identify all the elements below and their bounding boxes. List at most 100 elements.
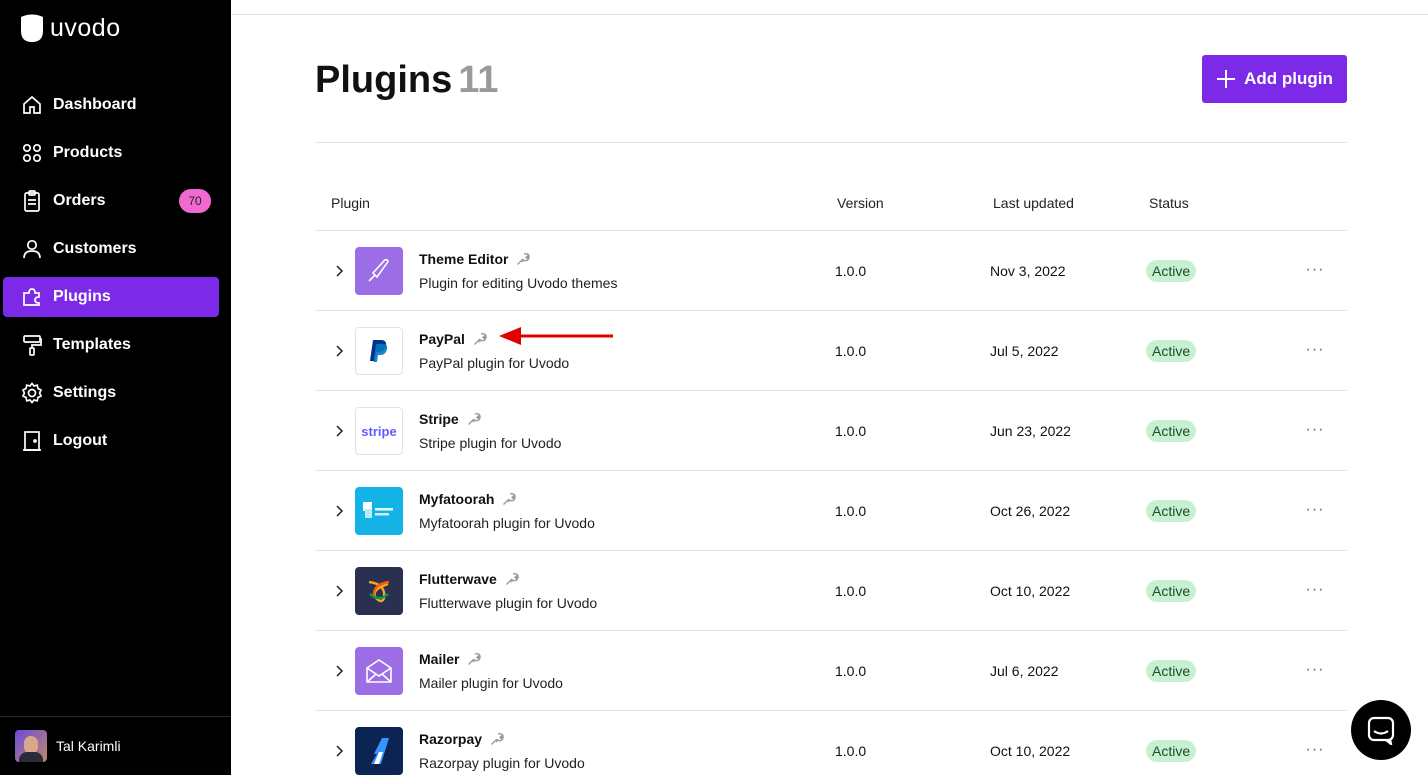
more-options-icon[interactable]: ···: [1305, 421, 1325, 441]
plugin-last-updated: Jul 5, 2022: [990, 343, 1059, 359]
plugin-name: Stripe: [419, 411, 481, 427]
gear-icon: [21, 382, 43, 404]
sidebar-item-label: Templates: [53, 336, 131, 353]
plugin-last-updated: Nov 3, 2022: [990, 263, 1066, 279]
chevron-right-icon[interactable]: [333, 424, 347, 438]
theme-editor-logo: [355, 247, 403, 295]
app-root: uvodo Dashboard Products Orders 70 Custo…: [0, 0, 1428, 775]
annotation-arrow-icon: [499, 327, 613, 345]
plugin-last-updated: Jul 6, 2022: [990, 663, 1059, 679]
sidebar-item-dashboard[interactable]: Dashboard: [3, 85, 219, 125]
wrench-icon[interactable]: [502, 492, 517, 506]
plugin-last-updated: Oct 26, 2022: [990, 503, 1071, 519]
stripe-logo-text: stripe: [361, 423, 397, 439]
plugins-table: Plugin Version Last updated Status Theme…: [315, 175, 1347, 775]
sidebar-item-settings[interactable]: Settings: [3, 373, 219, 413]
door-icon: [21, 430, 43, 452]
more-options-icon[interactable]: ···: [1305, 261, 1325, 281]
brand-name: uvodo: [50, 13, 121, 42]
page-title-text: Plugins: [315, 59, 453, 101]
more-options-icon[interactable]: ···: [1305, 501, 1325, 521]
status-badge: Active: [1146, 660, 1197, 682]
mailer-logo: [355, 647, 403, 695]
plugin-description: Plugin for editing Uvodo themes: [419, 275, 618, 291]
home-icon: [21, 94, 43, 116]
chevron-right-icon[interactable]: [333, 664, 347, 678]
sidebar-item-label: Settings: [53, 384, 117, 401]
brand-logo[interactable]: uvodo: [20, 13, 121, 43]
more-options-icon[interactable]: ···: [1305, 661, 1325, 681]
wrench-icon[interactable]: [467, 412, 481, 426]
plugin-name-text: PayPal: [419, 331, 465, 347]
more-options-icon[interactable]: ···: [1305, 741, 1325, 761]
chevron-right-icon[interactable]: [333, 504, 347, 518]
plugin-name-text: Stripe: [419, 411, 459, 427]
plugin-version: 1.0.0: [835, 743, 867, 759]
razorpay-logo: [355, 727, 403, 775]
plugin-name: Razorpay: [419, 731, 504, 747]
plugin-last-updated: Jun 23, 2022: [990, 423, 1071, 439]
chat-launcher-button[interactable]: [1351, 700, 1411, 760]
wrench-icon[interactable]: [516, 252, 531, 266]
page-title: Plugins 11: [315, 59, 498, 102]
more-options-icon[interactable]: ···: [1305, 581, 1325, 601]
header-divider: [315, 142, 1347, 143]
wrench-icon[interactable]: [467, 652, 482, 666]
sidebar-item-orders[interactable]: Orders 70: [3, 181, 219, 221]
status-badge: Active: [1146, 740, 1197, 762]
status-badge: Active: [1146, 420, 1197, 442]
plugin-name-text: Flutterwave: [419, 571, 497, 587]
chevron-right-icon[interactable]: [333, 584, 347, 598]
plugin-name: Mailer: [419, 651, 482, 667]
status-badge: Active: [1146, 580, 1197, 602]
status-badge: Active: [1146, 260, 1197, 282]
more-options-icon[interactable]: ···: [1305, 341, 1325, 361]
table-row[interactable]: Theme Editor Plugin for editing Uvodo th…: [315, 231, 1347, 311]
table-row[interactable]: Myfatoorah Myfatoorah plugin for Uvodo 1…: [315, 471, 1347, 551]
chat-icon: [1367, 716, 1395, 745]
column-header-status: Status: [1149, 195, 1189, 211]
page-header: Plugins 11 Add plugin: [315, 55, 1347, 105]
column-header-plugin: Plugin: [331, 195, 370, 211]
plugin-description: Flutterwave plugin for Uvodo: [419, 595, 598, 611]
plugin-name: PayPal: [419, 331, 487, 347]
column-header-version: Version: [837, 195, 884, 211]
sidebar-item-plugins[interactable]: Plugins: [3, 277, 219, 317]
table-row[interactable]: Mailer Mailer plugin for Uvodo 1.0.0 Jul…: [315, 631, 1347, 711]
table-row[interactable]: Razorpay Razorpay plugin for Uvodo 1.0.0…: [315, 711, 1347, 775]
orders-count-badge: 70: [179, 189, 211, 213]
uvodo-logo-icon: [21, 14, 43, 42]
sidebar-item-label: Plugins: [53, 288, 111, 305]
plugin-name: Theme Editor: [419, 251, 531, 267]
top-divider: [231, 14, 1428, 15]
plugin-description: Mailer plugin for Uvodo: [419, 675, 563, 691]
plugin-version: 1.0.0: [835, 343, 867, 359]
sidebar-item-label: Products: [53, 144, 123, 161]
wrench-icon[interactable]: [505, 572, 519, 586]
clipboard-icon: [21, 190, 43, 212]
table-row[interactable]: Flutterwave Flutterwave plugin for Uvodo…: [315, 551, 1347, 631]
table-row[interactable]: PayPal PayPal plugin for Uvodo 1.0.0 Jul…: [315, 311, 1347, 391]
sidebar-item-products[interactable]: Products: [3, 133, 219, 173]
plugin-version: 1.0.0: [835, 423, 867, 439]
sidebar-item-templates[interactable]: Templates: [3, 325, 219, 365]
chevron-right-icon[interactable]: [333, 264, 347, 278]
user-icon: [21, 238, 43, 260]
table-row[interactable]: stripe Stripe Stripe plugin for Uvodo 1.…: [315, 391, 1347, 471]
plugin-name-text: Mailer: [419, 651, 460, 667]
wrench-icon[interactable]: [490, 732, 504, 746]
paint-roller-icon: [21, 334, 43, 356]
flutterwave-logo: [355, 567, 403, 615]
sidebar-item-label: Logout: [53, 432, 108, 449]
wrench-icon[interactable]: [473, 332, 487, 346]
sidebar-item-customers[interactable]: Customers: [3, 229, 219, 269]
sidebar-item-label: Customers: [53, 240, 137, 257]
plugin-name: Flutterwave: [419, 571, 519, 587]
add-plugin-button[interactable]: Add plugin: [1202, 55, 1347, 103]
chevron-right-icon[interactable]: [333, 344, 347, 358]
sidebar-item-logout[interactable]: Logout: [3, 421, 219, 461]
user-profile[interactable]: Tal Karimli: [0, 716, 231, 775]
chevron-right-icon[interactable]: [333, 744, 347, 758]
myfatoorah-logo: [355, 487, 403, 535]
table-header: Plugin Version Last updated Status: [315, 175, 1347, 231]
